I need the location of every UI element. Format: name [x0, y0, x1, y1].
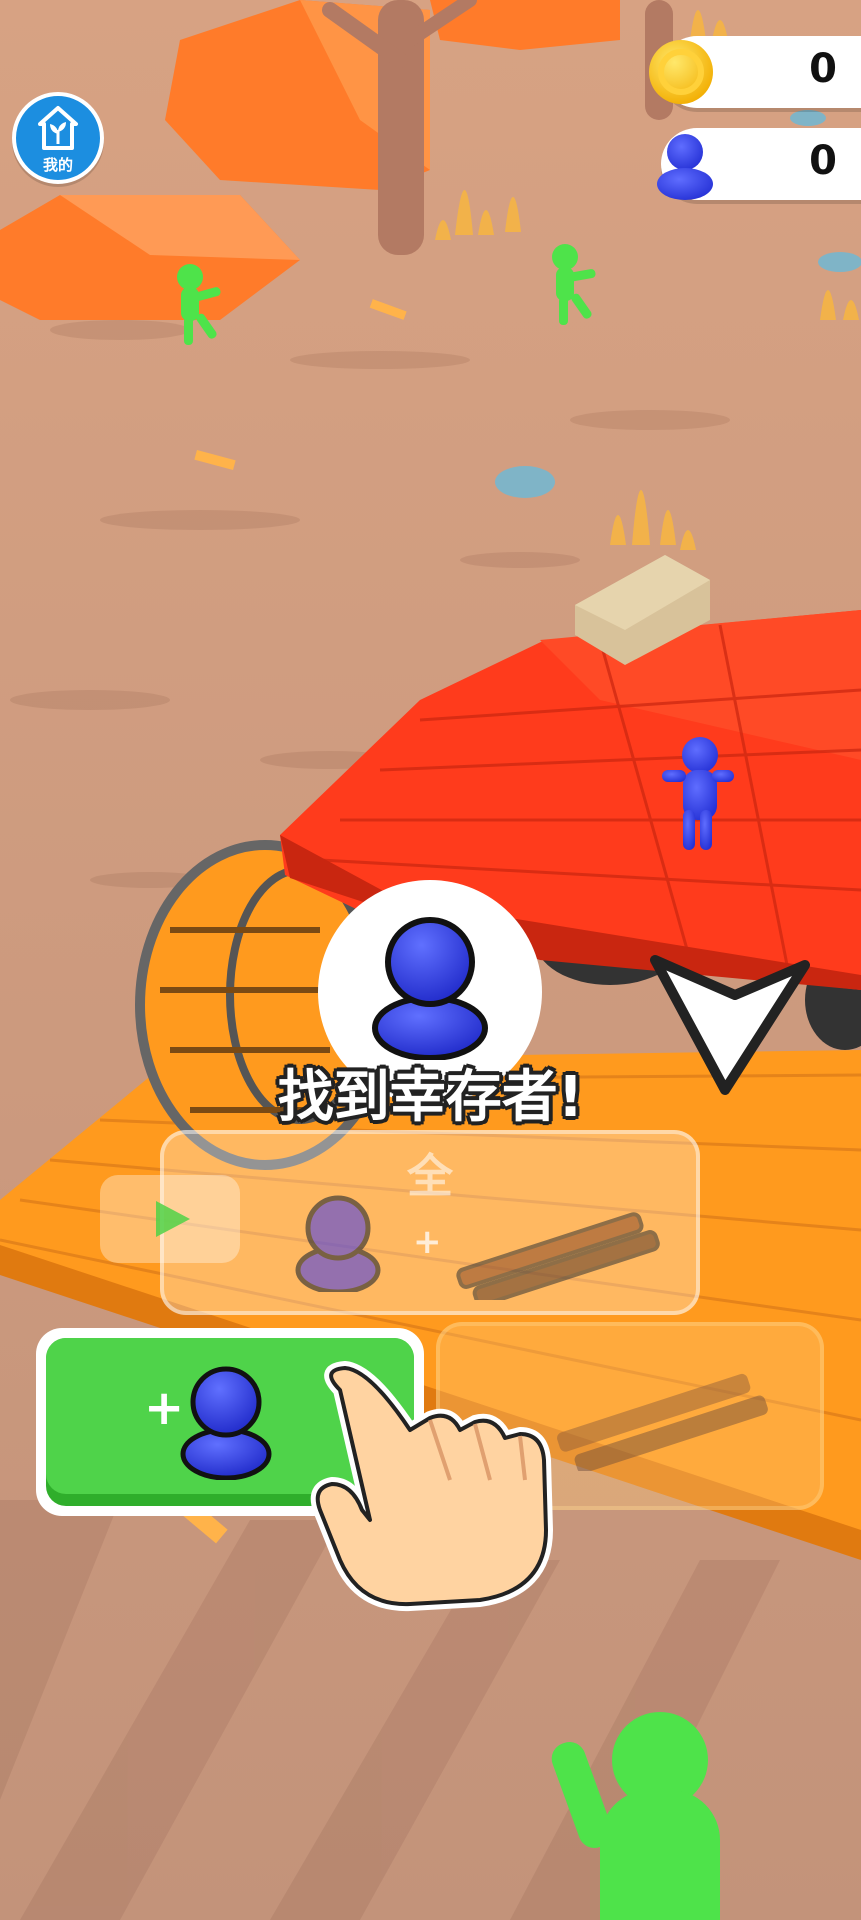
rifles-icon	[557, 1373, 768, 1471]
house-with-plant-icon	[38, 106, 78, 150]
found-survivor-title: 找到幸存者!	[277, 1065, 584, 1130]
blue-person-icon	[180, 1366, 272, 1480]
ghost-plus: +	[413, 1222, 442, 1262]
home-button[interactable]: 我的	[12, 92, 104, 184]
blue-person-icon	[657, 134, 713, 200]
rifles-icon	[456, 1212, 660, 1300]
pointing-hand-icon	[310, 1361, 553, 1612]
survivor-count: 0	[809, 138, 837, 184]
person-icon	[295, 1195, 381, 1292]
home-label: 我的	[42, 156, 73, 174]
ghost-play-button	[100, 1175, 240, 1263]
play-icon	[156, 1201, 190, 1237]
coin-counter: 0	[649, 36, 861, 108]
gold-coin-icon	[649, 40, 713, 104]
ghost-all-label: 全	[407, 1149, 453, 1203]
blue-person-icon	[372, 917, 488, 1060]
survivor-counter: 0	[657, 128, 861, 200]
coin-count: 0	[809, 46, 837, 92]
